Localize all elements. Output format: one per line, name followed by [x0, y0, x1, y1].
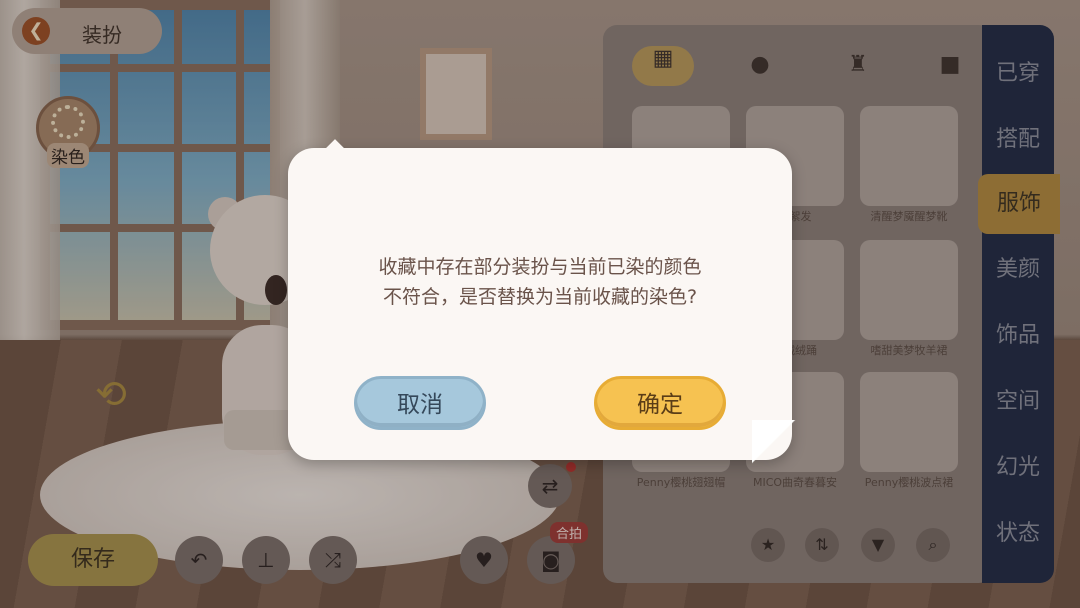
confirm-button[interactable]: 确定	[594, 376, 726, 430]
dialog-message-line2: 不符合，是否替换为当前收藏的染色?	[382, 286, 698, 308]
cancel-button[interactable]: 取消	[354, 376, 486, 430]
dialog-message: 收藏中存在部分装扮与当前已染的颜色 不符合，是否替换为当前收藏的染色?	[288, 252, 792, 312]
page-curl-decoration	[752, 420, 796, 464]
dialog-message-line1: 收藏中存在部分装扮与当前已染的颜色	[378, 256, 702, 278]
dye-replace-dialog: 收藏中存在部分装扮与当前已染的颜色 不符合，是否替换为当前收藏的染色? 取消 确…	[288, 139, 796, 464]
